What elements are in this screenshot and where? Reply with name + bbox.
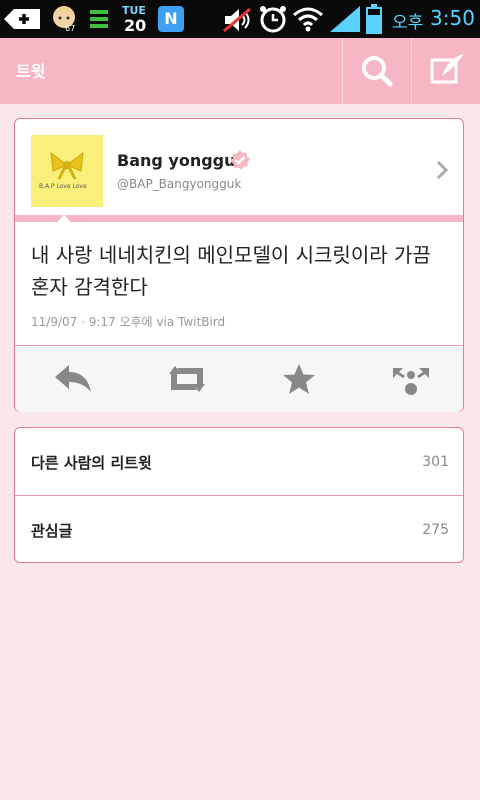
battery-icon [366,4,382,38]
stats-card: 다른 사람의 리트윗 301 관심글 275 [14,427,464,563]
divider-notch [57,214,71,223]
reply-icon [55,365,91,392]
user-name[interactable]: Bang yongguk [117,151,246,170]
search-icon [362,56,393,87]
action-bar: 트윗 [0,38,480,104]
search-button[interactable] [343,38,411,104]
date-number: 20 [124,16,147,35]
favorite-icon [283,364,315,394]
retweet-icon [169,366,205,392]
list-app-icon [90,10,108,32]
tweet-meta: 11/9/07 · 9:17 오후에 via TwitBird [31,315,226,329]
compose-button[interactable] [412,38,480,104]
signal-icon [330,6,360,36]
stat-label: 관심글 [31,522,73,540]
back-tag-icon [2,6,42,36]
more-icon [393,368,429,395]
badge-count: 67 [65,24,76,33]
verified-badge-icon [229,149,251,175]
chevron-right-icon[interactable] [435,159,449,185]
avatar-caption: B.A.P Love Love [39,183,87,190]
clock-ampm: 오후 [392,13,424,33]
stat-label: 다른 사람의 리트윗 [31,454,152,472]
avatar[interactable]: B.A.P Love Love [31,135,103,207]
tweet-actions [15,345,463,412]
stat-value: 301 [422,454,449,470]
tweet-card: B.A.P Love Love Bang yongguk @BAP_Bangyo… [14,118,464,412]
n-app-icon: N [158,6,184,32]
retweet-button[interactable] [165,362,205,396]
stat-row-retweets[interactable]: 다른 사람의 리트윗 301 [15,428,463,495]
stat-value: 275 [422,522,449,538]
user-handle: @BAP_Bangyongguk [117,177,242,191]
stat-row-favorites[interactable]: 관심글 275 [15,495,463,563]
tweet-text: 내 사랑 네네치킨의 메인모델이 시크릿이라 가끔 혼자 감격한다 [31,243,431,299]
clock-time: 3:50 [430,6,475,30]
reply-button[interactable] [53,362,93,396]
status-bar: 67 TUE 20 N 오후 3:50 [0,0,480,38]
compose-icon [430,54,464,84]
wifi-icon [292,6,324,36]
alarm-icon [258,4,288,38]
page-title: 트윗 [16,62,46,81]
bow-logo-icon [50,151,84,180]
header-divider [15,215,463,222]
favorite-button[interactable] [279,362,319,396]
more-button[interactable] [389,362,429,396]
mute-icon [222,7,252,37]
